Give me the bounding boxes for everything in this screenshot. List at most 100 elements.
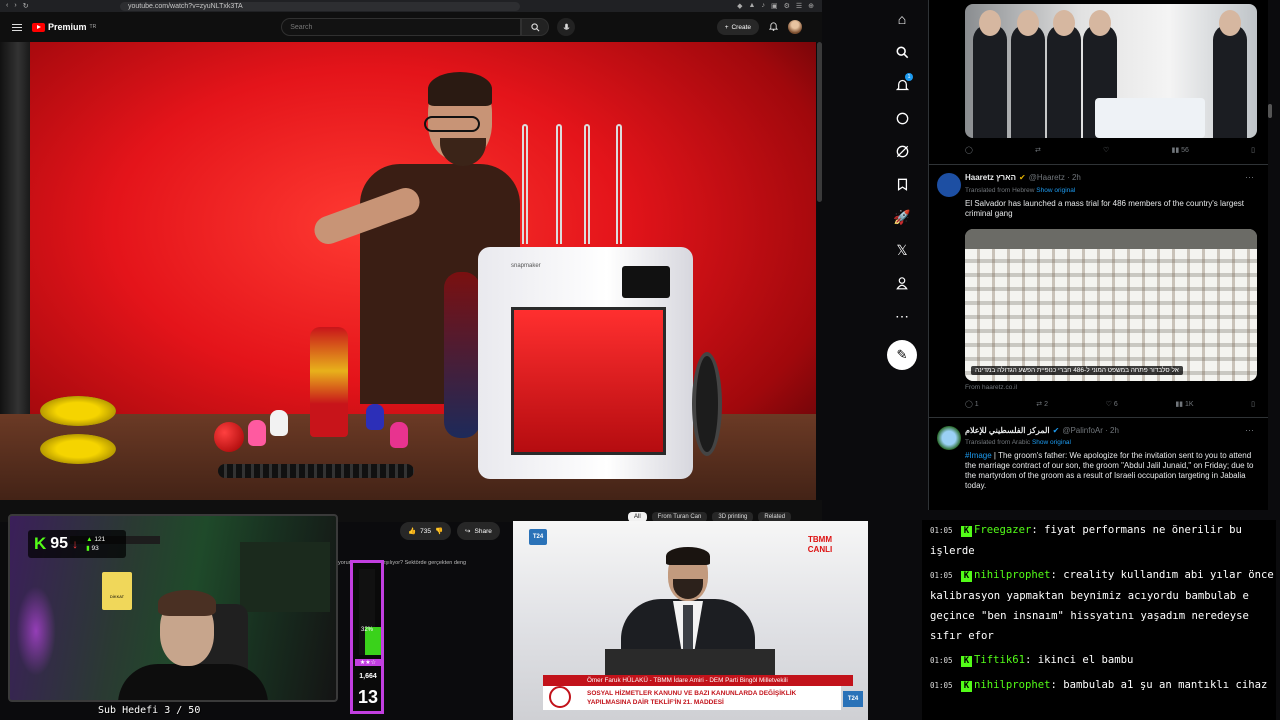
tweet-image[interactable]	[965, 4, 1257, 138]
views-value: 56	[1181, 147, 1189, 154]
share-button[interactable]: ↪ Share	[457, 522, 500, 540]
person-figure	[1047, 24, 1081, 138]
feed-scrollbar[interactable]	[1268, 104, 1272, 118]
printed-figure	[248, 420, 266, 446]
extension-icon[interactable]: ◆	[737, 2, 742, 10]
reply-button[interactable]: ◯ 1	[965, 400, 979, 408]
chat-message: 01:05 Knihilprophet: creality kullandım …	[930, 569, 1274, 642]
more-options-icon[interactable]: ⋯	[1245, 172, 1254, 183]
author-name[interactable]: Haaretz הארץ	[965, 173, 1016, 182]
page-scrollbar[interactable]	[817, 42, 822, 202]
back-icon[interactable]: ‹	[6, 2, 8, 10]
repost-icon[interactable]: ⇄	[1035, 146, 1041, 154]
search-input[interactable]: Search	[281, 18, 522, 36]
search-icon[interactable]	[893, 43, 911, 61]
like-icon[interactable]: ♡	[1103, 146, 1109, 154]
printed-figure	[390, 422, 408, 448]
message-time: 01:05	[930, 571, 953, 580]
bookmark-icon[interactable]: ▯	[1251, 400, 1255, 408]
filament-tube	[616, 124, 622, 244]
notifications-bell-icon[interactable]	[768, 21, 779, 33]
views-count: 1K	[1184, 401, 1194, 408]
youtube-logo[interactable]: Premium TR	[32, 22, 96, 32]
tweet-image[interactable]: אל סלבדור פתחה במשפט המוני ל-486 חברי כנ…	[965, 229, 1257, 381]
softbox-light	[0, 42, 30, 422]
extension-icon[interactable]: ▲	[749, 2, 756, 10]
forward-icon[interactable]: ›	[14, 2, 16, 10]
views-count[interactable]: ▮▮ 56	[1171, 146, 1188, 154]
like-button[interactable]: 👍 735 👎	[400, 522, 452, 540]
chat-username[interactable]: Freegazer	[974, 524, 1031, 536]
palinfo-avatar[interactable]	[937, 426, 961, 450]
tweet[interactable]: المركز الفلسطيني للإعلام ✔ @PalinfoAr · …	[929, 418, 1268, 510]
haaretz-avatar[interactable]	[937, 173, 961, 197]
extension-icon[interactable]: ⊕	[808, 2, 814, 10]
bell-icon[interactable]: 1	[893, 73, 913, 94]
yellow-filament-spool	[40, 434, 116, 464]
video-player[interactable]: snapmaker	[0, 42, 816, 500]
extension-icon[interactable]: ▣	[771, 2, 778, 10]
reload-icon[interactable]: ↻	[23, 2, 29, 10]
chat-username[interactable]: nihilprophet	[974, 679, 1051, 691]
hashtag[interactable]: #Image	[965, 451, 992, 460]
compose-post-button[interactable]: ✎	[887, 340, 917, 370]
chat-username[interactable]: Tiftik61	[974, 654, 1025, 666]
hamburger-menu-icon[interactable]	[12, 22, 22, 33]
extension-icon[interactable]: ☰	[796, 2, 802, 10]
author-handle[interactable]: @Haaretz · 2h	[1029, 173, 1081, 182]
account-avatar[interactable]	[788, 20, 802, 34]
presenter-hair	[428, 72, 492, 106]
views-button[interactable]: ▮▮ 1K	[1175, 400, 1193, 408]
youtube-logo-text: Premium	[48, 22, 87, 32]
chat-username[interactable]: nihilprophet	[974, 569, 1051, 581]
viewer-stats-panel: K 95 ↓ ▲ 121 ▮ 93	[28, 530, 126, 558]
bookmark-icon[interactable]: ▯	[1251, 146, 1255, 154]
more-icon[interactable]: ⋯	[893, 307, 911, 325]
tweet-actions: ◯ ⇄ ♡ ▮▮ 56 ▯	[965, 146, 1255, 154]
red-printed-ball	[214, 422, 244, 452]
like-button[interactable]: ♡ 6	[1106, 400, 1118, 408]
viewer-count: 95	[50, 535, 69, 552]
more-options-icon[interactable]: ⋯	[1245, 425, 1254, 436]
thumbs-down-icon[interactable]: 👎	[435, 527, 443, 535]
neon-light	[16, 586, 56, 676]
search-button[interactable]	[521, 18, 550, 36]
author-handle[interactable]: @PalinfoAr · 2h	[1062, 426, 1119, 435]
prisoners-columns	[965, 249, 1257, 381]
message-time: 01:05	[930, 526, 953, 535]
extension-icon[interactable]: ♪	[761, 2, 765, 10]
home-icon[interactable]: ⌂	[893, 10, 911, 28]
repost-button[interactable]: ⇄ 2	[1036, 400, 1048, 408]
yellow-filament-spool	[40, 396, 116, 426]
t24-logo: T24	[529, 529, 547, 545]
voice-search-button[interactable]	[557, 18, 576, 36]
jobs-icon[interactable]: 🚀	[893, 208, 911, 226]
profile-icon[interactable]	[893, 274, 911, 292]
sub-goal-label: Sub Hedefi 3 / 50	[98, 705, 201, 716]
grok-icon[interactable]	[893, 142, 911, 160]
message-time: 01:05	[930, 656, 953, 665]
tweet[interactable]: ◯ ⇄ ♡ ▮▮ 56 ▯	[929, 0, 1268, 165]
extension-icon[interactable]: ⚙	[784, 2, 790, 10]
bookmark-icon[interactable]	[893, 175, 911, 193]
person-head	[1053, 10, 1075, 36]
messages-icon[interactable]	[893, 109, 911, 127]
link-source[interactable]: From haaretz.co.il	[965, 384, 1017, 391]
chat-message: 01:05 K Freegazer: fiyat performans ne ön…	[930, 524, 1242, 557]
person-figure	[973, 24, 1007, 138]
reply-icon[interactable]: ◯	[965, 146, 973, 154]
printed-chain	[218, 464, 414, 478]
kick-badge-icon: K	[960, 526, 972, 537]
notification-badge: 1	[905, 73, 913, 81]
x-sidebar-nav: ⌂ 1 🚀 𝕏 ⋯ ✎	[884, 0, 920, 385]
tweet[interactable]: Haaretz הארץ ✔ @Haaretz · 2h ⋯ Translate…	[929, 165, 1268, 418]
author-name[interactable]: المركز الفلسطيني للإعلام	[965, 426, 1050, 435]
x-logo-icon[interactable]: 𝕏	[893, 241, 911, 259]
tv-broadcast: T24 TBMM CANLI Ömer Faruk HÜLAKÜ - TBMM …	[513, 521, 868, 720]
create-button[interactable]: + Create	[716, 19, 759, 35]
iron-man-figure	[310, 327, 348, 437]
show-original-link[interactable]: Show original	[1032, 439, 1071, 446]
show-original-link[interactable]: Show original	[1036, 187, 1075, 194]
address-bar[interactable]: youtube.com/watch?v=zyuNLTxk3TA	[120, 1, 520, 11]
views-icon: ▮▮	[1175, 401, 1184, 408]
